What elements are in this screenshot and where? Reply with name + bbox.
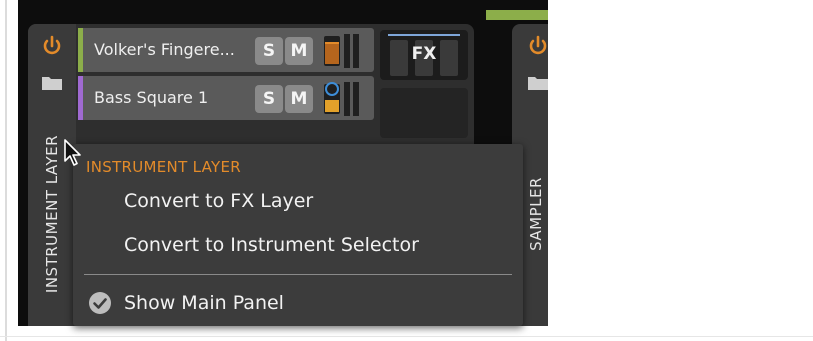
mute-button[interactable]: M: [285, 85, 313, 113]
context-menu: INSTRUMENT LAYER Convert to FX Layer Con…: [73, 144, 523, 326]
menu-header: INSTRUMENT LAYER: [86, 158, 241, 176]
track-color-bar: [486, 10, 548, 20]
fx-label: FX: [411, 44, 437, 64]
solo-button[interactable]: S: [255, 37, 283, 65]
sampler-title[interactable]: SAMPLER: [527, 177, 545, 251]
fx-empty-slot[interactable]: [380, 88, 468, 138]
power-icon[interactable]: [40, 34, 64, 58]
page-bottom-rule: [0, 336, 813, 337]
mute-button[interactable]: M: [285, 37, 313, 65]
menu-item-label: Show Main Panel: [124, 292, 284, 314]
device-title[interactable]: INSTRUMENT LAYER: [43, 135, 61, 293]
volume-meter[interactable]: [324, 34, 364, 68]
menu-divider: [84, 274, 512, 275]
folder-icon[interactable]: [40, 74, 64, 92]
menu-item-convert-to-instrument-selector[interactable]: Convert to Instrument Selector: [73, 228, 523, 264]
layer-list: Volker's Fingere... S M Bass Square 1 S …: [78, 28, 374, 124]
mouse-cursor-icon: [64, 139, 81, 166]
fx-layer-box[interactable]: FX: [380, 30, 468, 80]
solo-button[interactable]: S: [255, 85, 283, 113]
layer-color-swatch: [78, 28, 83, 72]
layer-name[interactable]: Volker's Fingere...: [94, 40, 244, 59]
check-circle-icon: [89, 292, 111, 314]
menu-item-show-main-panel[interactable]: Show Main Panel: [73, 286, 523, 322]
layer-row[interactable]: Bass Square 1 S M: [78, 76, 374, 120]
menu-item-label: Convert to FX Layer: [124, 190, 314, 212]
device-header-strip[interactable]: INSTRUMENT LAYER: [28, 24, 76, 326]
volume-meter[interactable]: [324, 82, 364, 116]
folder-icon[interactable]: [526, 74, 548, 92]
page-left-rule: [5, 0, 7, 341]
power-icon[interactable]: [526, 34, 548, 58]
menu-item-label: Convert to Instrument Selector: [124, 234, 419, 256]
layer-row[interactable]: Volker's Fingere... S M: [78, 28, 374, 72]
layer-name[interactable]: Bass Square 1: [94, 88, 244, 107]
menu-item-convert-to-fx-layer[interactable]: Convert to FX Layer: [73, 184, 523, 220]
layer-color-swatch: [78, 76, 83, 120]
fx-indicator-line: [388, 34, 460, 36]
